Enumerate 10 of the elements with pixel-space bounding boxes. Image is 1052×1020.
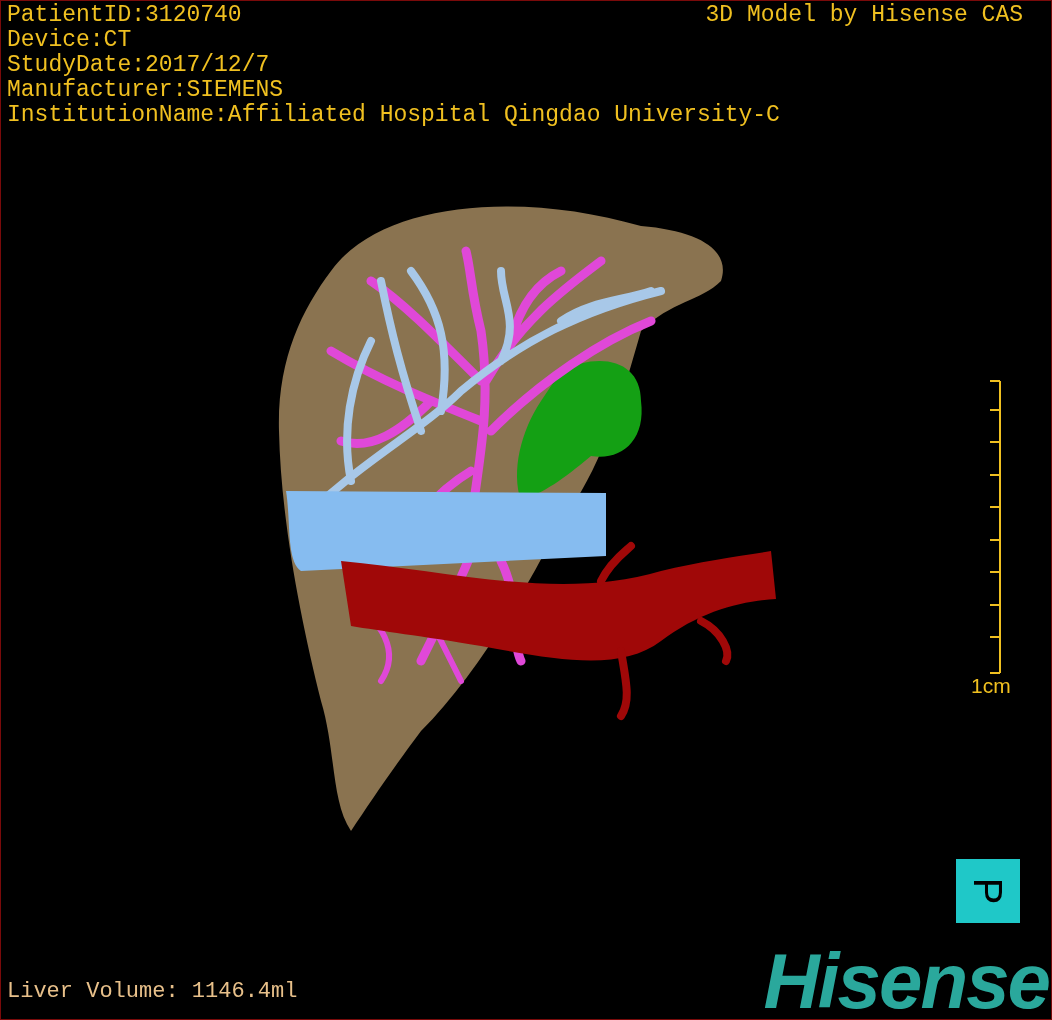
study-info-text: StudyDate:2017/12/7 <box>7 53 270 78</box>
study-info-text: Device:CT <box>7 28 132 53</box>
scale-label: 1cm <box>971 673 1011 699</box>
logo: Hisense <box>763 941 1049 1019</box>
orientation-marker: P <box>956 859 1020 923</box>
study-info-text: Manufacturer:SIEMENS <box>7 78 284 103</box>
viewer-title: 3D Model by Hisense CAS <box>705 3 1023 28</box>
study-info-text: PatientID:3120740 <box>7 3 242 28</box>
volume-measurement: Liver Volume: 1146.4ml <box>7 978 298 1006</box>
study-info-text: InstitutionName:Affiliated Hospital Qingdao University-C <box>7 103 780 128</box>
